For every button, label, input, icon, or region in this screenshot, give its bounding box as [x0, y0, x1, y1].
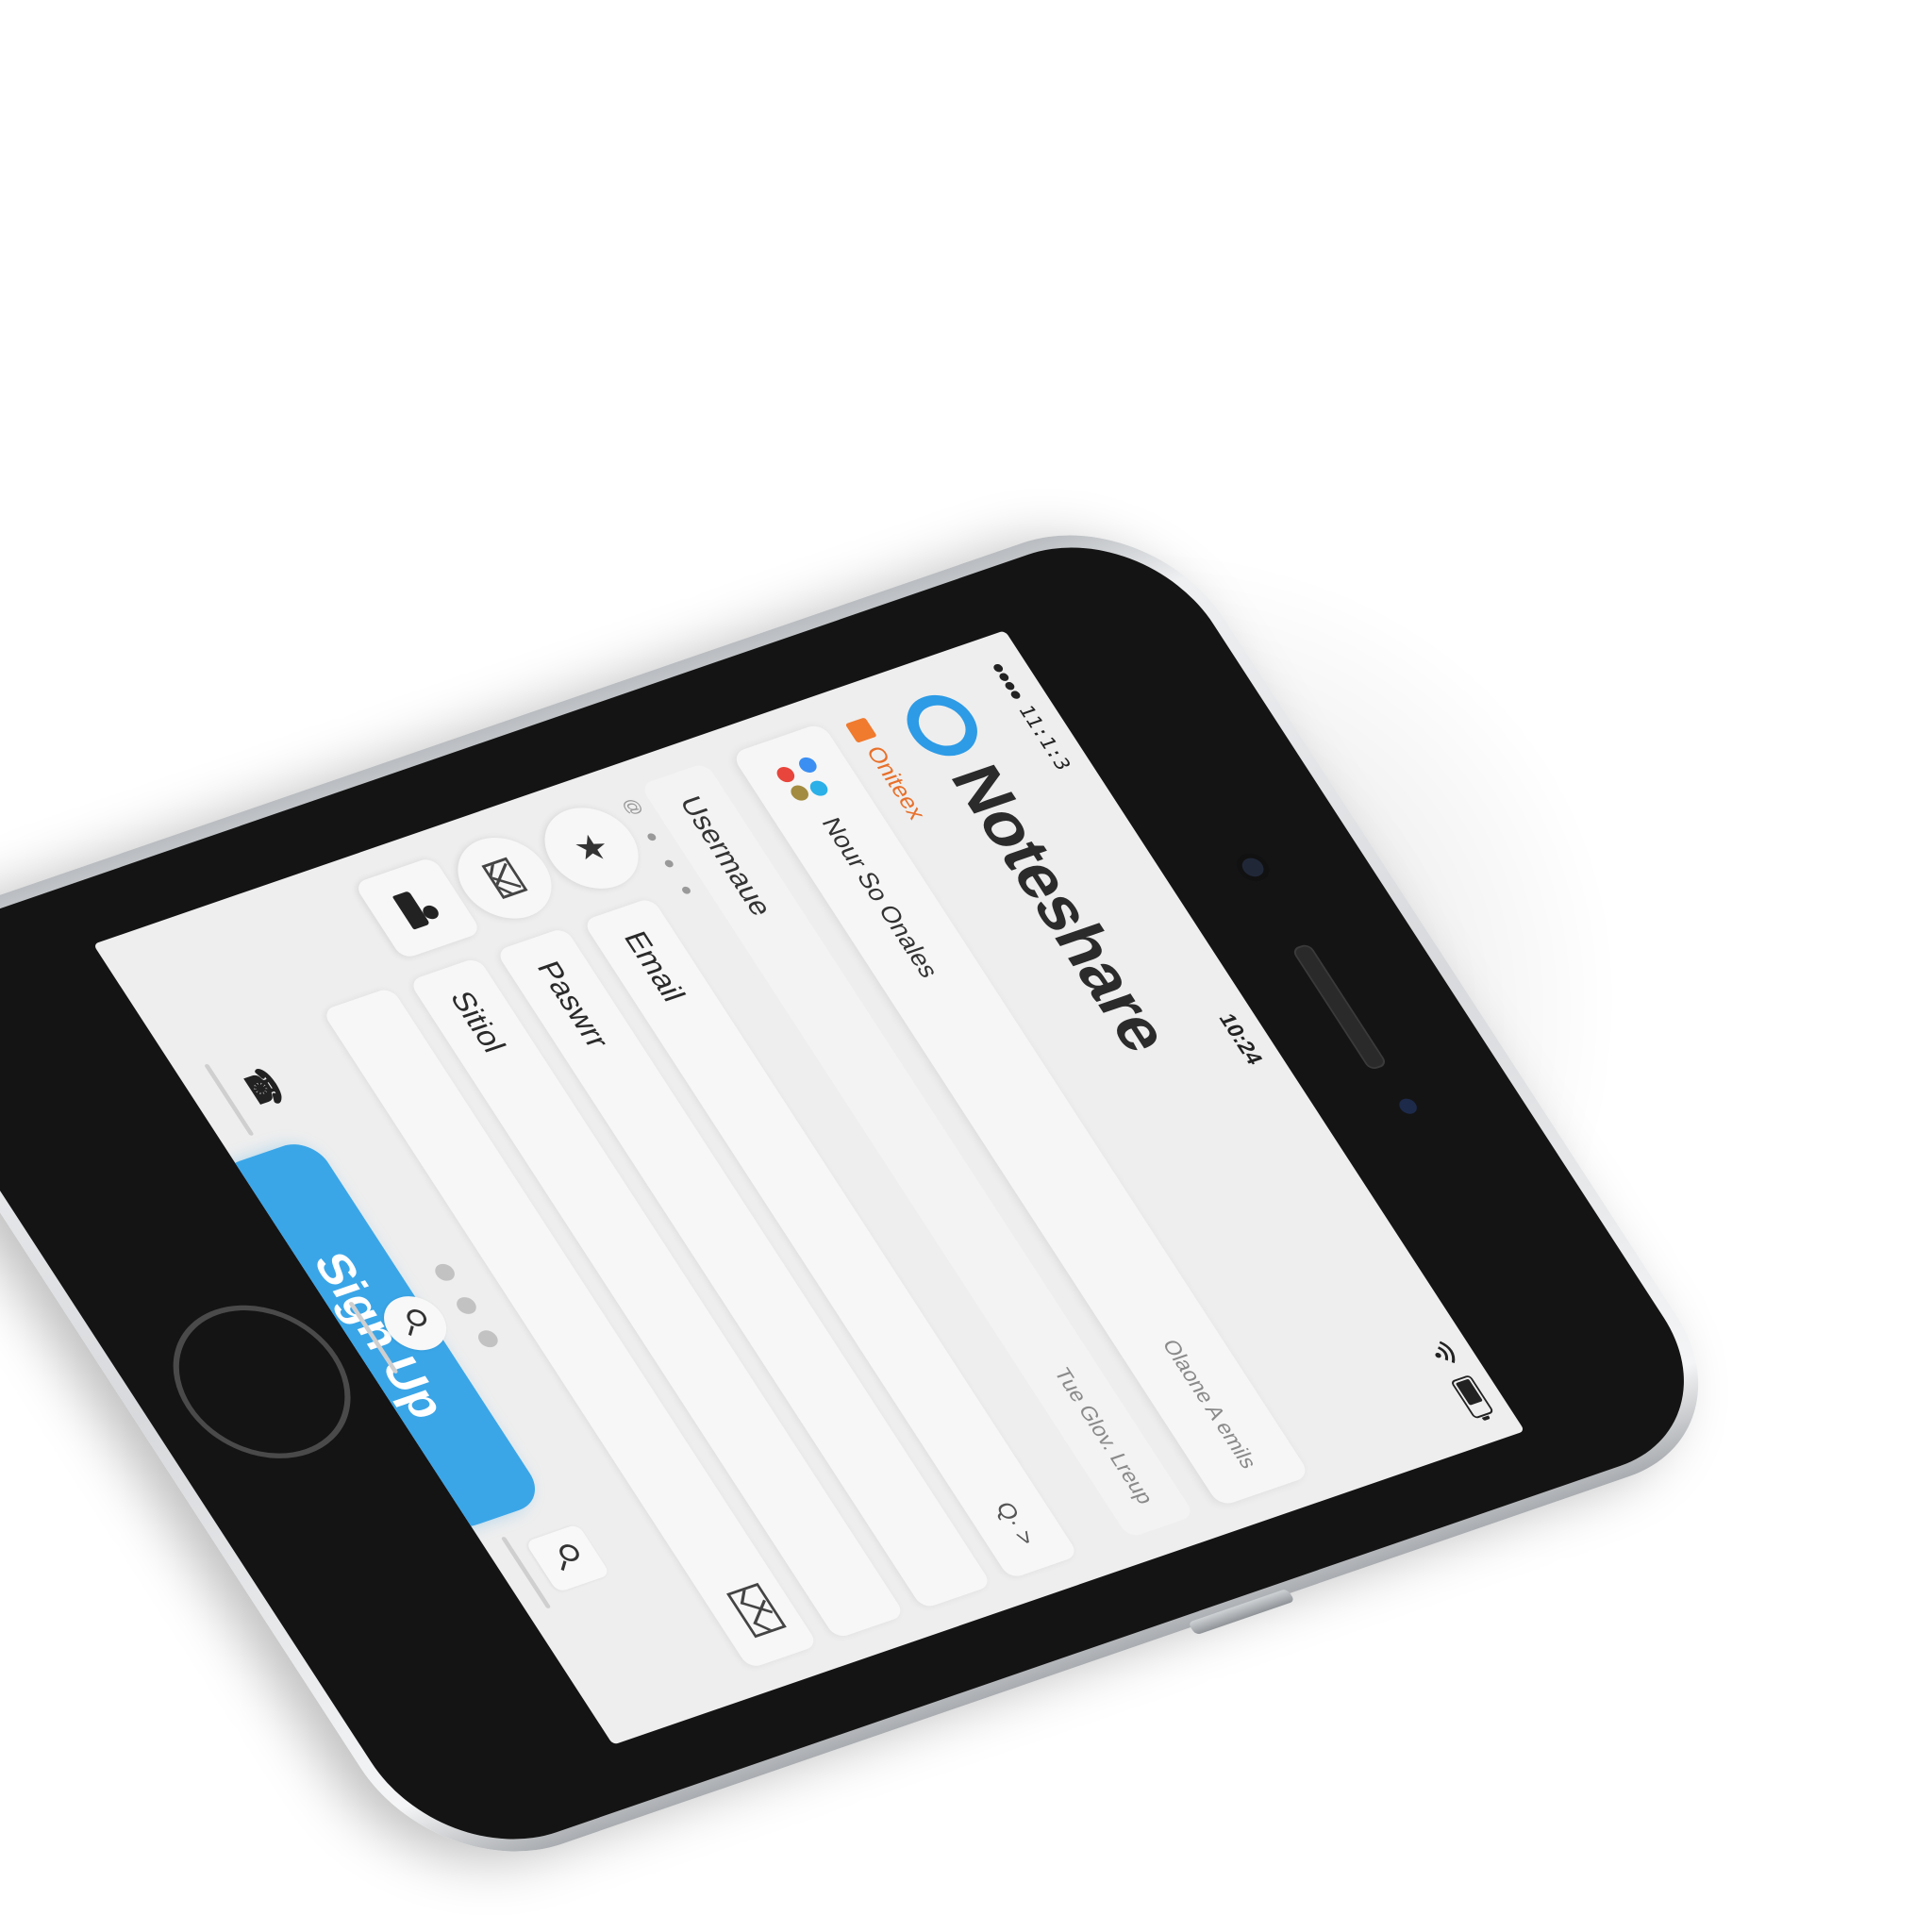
tab-search[interactable] [348, 1278, 466, 1374]
mail-icon [481, 857, 528, 899]
social-hint: Olaone A emils [1157, 1337, 1262, 1472]
email-label: Email [617, 926, 692, 1006]
mail-trail-icon [721, 1582, 788, 1641]
wifi-icon [1435, 1341, 1456, 1364]
email-trail: Q· > [991, 1498, 1042, 1548]
carrier-text: 11:1:3 [1013, 702, 1075, 774]
password-label: Paswrr [530, 957, 616, 1052]
stage: ●●●● 11:1:3 10:24 Noteshare Oniteex Nour… [0, 0, 1932, 1932]
user-icon [391, 886, 443, 930]
search-icon [525, 1524, 611, 1593]
extra-label: Sitiol [442, 987, 513, 1057]
proximity-sensor [1395, 1096, 1421, 1116]
signal-icon: ●●●● [985, 658, 1030, 702]
tag-square-icon [845, 717, 878, 743]
status-right [1426, 1338, 1495, 1420]
star-icon: ★ [564, 827, 620, 869]
tab-search-2[interactable] [501, 1513, 618, 1609]
search-icon [373, 1289, 459, 1358]
battery-icon [1450, 1374, 1495, 1420]
social-label: Nour So Onales [816, 814, 944, 981]
status-time: 10:24 [1213, 1010, 1268, 1068]
front-camera [1229, 849, 1276, 886]
earpiece-speaker [1291, 942, 1389, 1072]
tab-phone[interactable]: ☎ [203, 1046, 305, 1137]
phone-icon: ☎ [232, 1063, 292, 1113]
social-dots-icon [773, 755, 834, 805]
brand-logo-icon [893, 686, 991, 764]
